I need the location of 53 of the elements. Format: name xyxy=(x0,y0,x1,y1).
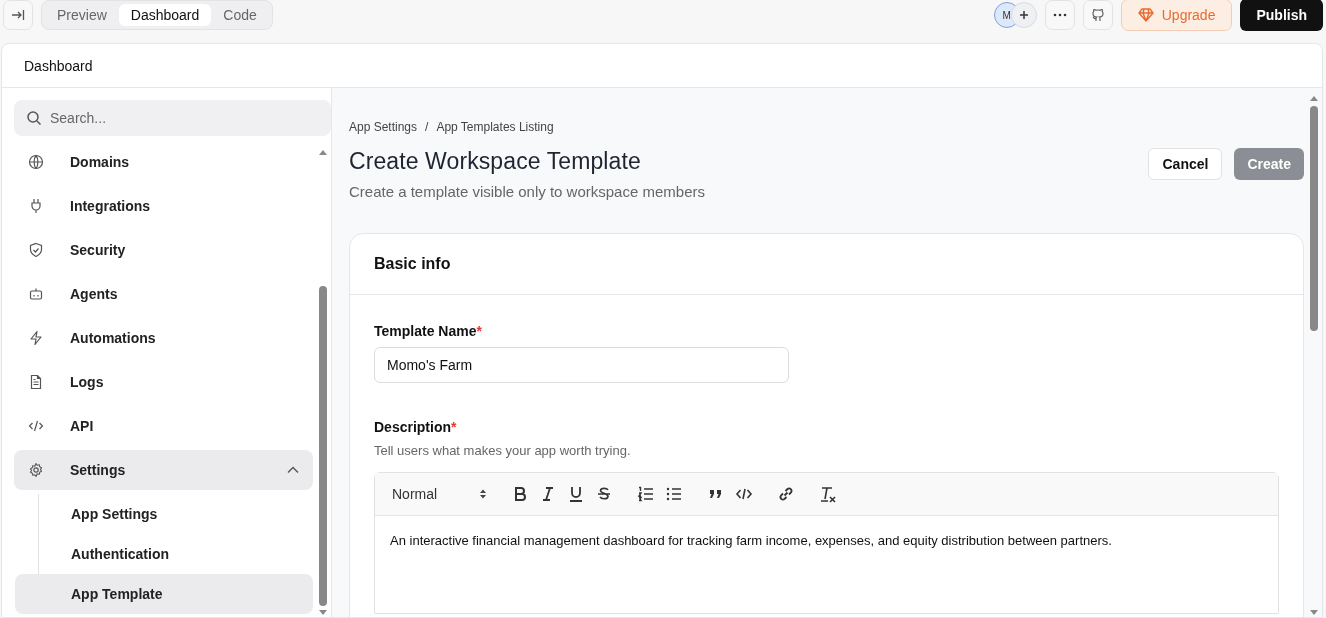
github-icon xyxy=(1089,7,1106,23)
arrow-to-line-icon xyxy=(11,8,25,22)
sidebar-toggle-button[interactable] xyxy=(3,0,33,30)
field-hint: Tell users what makes your app worth trying. xyxy=(374,443,632,458)
view-tab[interactable]: Code xyxy=(211,4,269,26)
search-icon xyxy=(26,110,42,126)
robot-icon xyxy=(28,286,44,302)
cancel-button[interactable]: Cancel xyxy=(1148,148,1223,180)
lightning-icon xyxy=(28,330,44,346)
sidebar-item[interactable]: Integrations xyxy=(14,186,313,226)
input-field[interactable]: Momo's Farm xyxy=(374,347,789,383)
sidebar-subitem[interactable]: Authentication xyxy=(39,534,313,574)
publish-button[interactable]: Publish xyxy=(1240,0,1323,31)
breadcrumb-link[interactable]: App Templates Listing xyxy=(436,120,554,134)
search-field[interactable]: Search... xyxy=(14,100,331,136)
chevron-up-icon xyxy=(287,466,299,474)
sidebar-item[interactable]: Automations xyxy=(14,318,313,358)
plug-icon xyxy=(28,198,44,214)
view-tab[interactable]: Dashboard xyxy=(118,4,212,26)
sidebar-item[interactable]: Logs xyxy=(14,362,313,402)
breadcrumb-link[interactable]: App Settings xyxy=(349,120,418,134)
numbered-list-icon[interactable] xyxy=(637,485,656,503)
document-icon xyxy=(28,374,44,390)
sidebar-item[interactable]: Settings xyxy=(14,450,313,490)
clear-format-icon[interactable] xyxy=(819,485,838,503)
sidebar-item[interactable]: API xyxy=(14,406,313,446)
field-label: Template Name* xyxy=(374,323,483,339)
plus-icon xyxy=(1018,10,1029,20)
globe-icon xyxy=(28,154,44,170)
description-text: An interactive financial management dashboard for tracking farm income, expenses, and equity distribution between partners. xyxy=(389,532,1113,550)
shield-check-icon xyxy=(28,242,44,258)
view-tab[interactable]: Preview xyxy=(45,4,119,26)
sidebar-subitem[interactable]: App Template xyxy=(15,574,313,614)
bulleted-list-icon[interactable] xyxy=(665,485,684,503)
gem-icon xyxy=(1137,8,1154,22)
add-user-button[interactable] xyxy=(1010,2,1037,28)
sidebar-item[interactable]: Agents xyxy=(14,274,313,314)
gear-icon xyxy=(28,462,44,478)
panel-title: Dashboard xyxy=(24,57,93,74)
page-title: Create Workspace Template xyxy=(349,148,642,175)
sidebar-item[interactable]: Domains xyxy=(14,142,313,182)
format-dropdown[interactable]: Normal xyxy=(392,486,488,502)
field-label: Description* xyxy=(374,419,458,435)
page-subtitle: Create a template visible only to workspace members xyxy=(349,183,705,200)
sidebar-item[interactable]: Security xyxy=(14,230,313,270)
code-icon xyxy=(28,418,44,434)
breadcrumb-separator: / xyxy=(425,120,429,134)
rich-text-editor[interactable]: Normal An interactive financial management dashboard for tracking farm income, expenses, and equity distribution between partners. xyxy=(374,472,1279,614)
sidebar-subitem[interactable]: App Settings xyxy=(39,494,313,534)
up-down-caret-icon xyxy=(479,488,488,500)
section-title: Basic info xyxy=(374,255,451,273)
github-button[interactable] xyxy=(1082,0,1113,30)
ellipsis-icon xyxy=(1052,13,1067,17)
